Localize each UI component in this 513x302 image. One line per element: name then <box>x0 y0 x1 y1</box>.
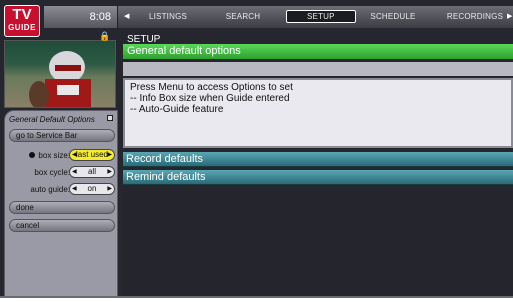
box-size-row: box size: ◀ last used ▶ <box>9 149 115 162</box>
tv-screen: TV GUIDE 8:08 ◀ LISTINGS SEARCH SETUP SC… <box>0 0 513 298</box>
lock-icon: 🔒 <box>99 31 111 41</box>
auto-guide-selector[interactable]: ◀ on ▶ <box>69 183 115 195</box>
description-line: Press Menu to access Options to set <box>130 82 293 93</box>
nav-left-arrow-icon[interactable]: ◀ <box>124 6 129 28</box>
live-tv-thumbnail <box>4 40 116 108</box>
description-line: -- Auto-Guide feature <box>130 104 224 115</box>
chevron-right-icon: ▶ <box>107 152 112 158</box>
box-cycle-selector[interactable]: ◀ all ▶ <box>69 166 115 178</box>
cancel-button[interactable]: cancel <box>9 219 115 232</box>
divider-stripe <box>123 62 513 76</box>
info-icon <box>107 115 113 121</box>
bottom-border <box>0 296 513 298</box>
auto-guide-row: auto guide: ◀ on ▶ <box>9 183 115 196</box>
football-player-image <box>29 51 91 107</box>
options-panel: General Default Options go to Service Ba… <box>4 110 118 298</box>
go-to-service-bar-button[interactable]: go to Service Bar <box>9 129 115 142</box>
box-size-selector[interactable]: ◀ last used ▶ <box>69 149 115 161</box>
chevron-left-icon: ◀ <box>72 169 77 175</box>
box-cycle-row: box cycle: ◀ all ▶ <box>9 166 115 179</box>
tab-setup[interactable]: SETUP <box>286 6 356 28</box>
empty-content-area <box>123 186 513 298</box>
tv-guide-logo: TV GUIDE <box>4 5 40 37</box>
box-size-label: box size: <box>38 151 70 160</box>
tab-recordings[interactable]: RECORDINGS <box>443 6 507 28</box>
options-panel-title: General Default Options <box>9 115 95 124</box>
description-box: Press Menu to access Options to set -- I… <box>123 78 513 148</box>
chevron-right-icon: ▶ <box>107 169 112 175</box>
remind-defaults-item[interactable]: Remind defaults <box>123 170 513 185</box>
chevron-left-icon: ◀ <box>72 186 77 192</box>
general-default-options-header[interactable]: General default options <box>123 44 513 59</box>
tab-listings[interactable]: LISTINGS <box>143 6 193 28</box>
nav-right-arrow-icon[interactable]: ▶ <box>507 6 512 28</box>
clock: 8:08 <box>44 6 118 28</box>
tab-search[interactable]: SEARCH <box>218 6 268 28</box>
description-line: -- Info Box size when Guide entered <box>130 93 290 104</box>
chevron-right-icon: ▶ <box>107 186 112 192</box>
auto-guide-label: auto guide: <box>30 185 70 194</box>
tab-schedule[interactable]: SCHEDULE <box>365 6 421 28</box>
done-button[interactable]: done <box>9 201 115 214</box>
box-cycle-label: box cycle: <box>34 168 70 177</box>
record-defaults-item[interactable]: Record defaults <box>123 152 513 167</box>
chevron-left-icon: ◀ <box>72 152 77 158</box>
selected-bullet-icon <box>29 152 35 158</box>
